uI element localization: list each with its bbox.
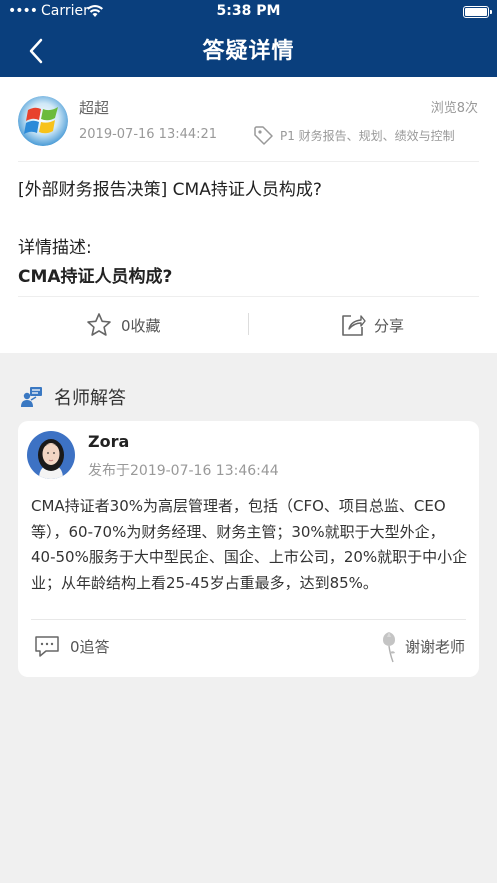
tag-icon [254, 126, 273, 145]
share-button[interactable]: 分享 [340, 307, 404, 343]
windows-logo-icon [18, 96, 68, 146]
favorite-label: 0收藏 [121, 316, 161, 335]
thank-teacher-button[interactable]: 谢谢老师 [379, 628, 465, 664]
nav-bar: •••• Carrier 5:38 PM 答疑详情 [0, 0, 497, 77]
teacher-name: Zora [88, 432, 130, 451]
star-icon [87, 313, 111, 336]
comment-icon [35, 636, 59, 657]
teacher-icon [21, 387, 42, 407]
page-title: 答疑详情 [202, 39, 295, 64]
answer-card: Zora 发布于2019-07-16 13:46:44 CMA持证者30%为高层… [18, 421, 479, 677]
status-time: 5:38 PM [216, 3, 281, 19]
user-avatar[interactable] [18, 96, 68, 146]
flower-icon [382, 632, 395, 663]
detail-label: 详情描述: [18, 238, 92, 258]
answer-text: CMA持证者30%为高层管理者，包括（CFO、项目总监、CEO等），60-70%… [31, 497, 468, 592]
divider [31, 619, 466, 620]
view-count: 浏览8次 [430, 101, 478, 116]
question-card: 超超 浏览8次 2019-07-16 13:44:21 P1 财务报告、规划、绩… [0, 77, 497, 353]
teacher-avatar[interactable] [27, 431, 75, 479]
followup-label: 0追答 [70, 637, 110, 656]
favorite-button[interactable]: 0收藏 [85, 307, 161, 343]
user-name: 超超 [79, 99, 110, 117]
vertical-divider [248, 313, 249, 335]
question-tag: P1 财务报告、规划、绩效与控制 [280, 129, 455, 143]
question-date: 2019-07-16 13:44:21 [79, 127, 218, 142]
thanks-label: 谢谢老师 [404, 637, 465, 656]
detail-text: CMA持证人员构成? [18, 267, 173, 287]
status-bar: •••• Carrier 5:38 PM [0, 0, 497, 24]
battery-icon [463, 6, 492, 18]
section-title: 名师解答 [54, 388, 126, 409]
teacher-photo [27, 431, 75, 479]
share-label: 分享 [374, 316, 405, 335]
share-icon [342, 315, 366, 336]
section-header: 名师解答 [20, 383, 126, 411]
followup-button[interactable]: 0追答 [34, 634, 110, 658]
divider [18, 296, 479, 297]
divider [18, 161, 479, 162]
question-title: [外部财务报告决策] CMA持证人员构成? [18, 180, 322, 200]
answer-date: 发布于2019-07-16 13:46:44 [88, 463, 279, 479]
